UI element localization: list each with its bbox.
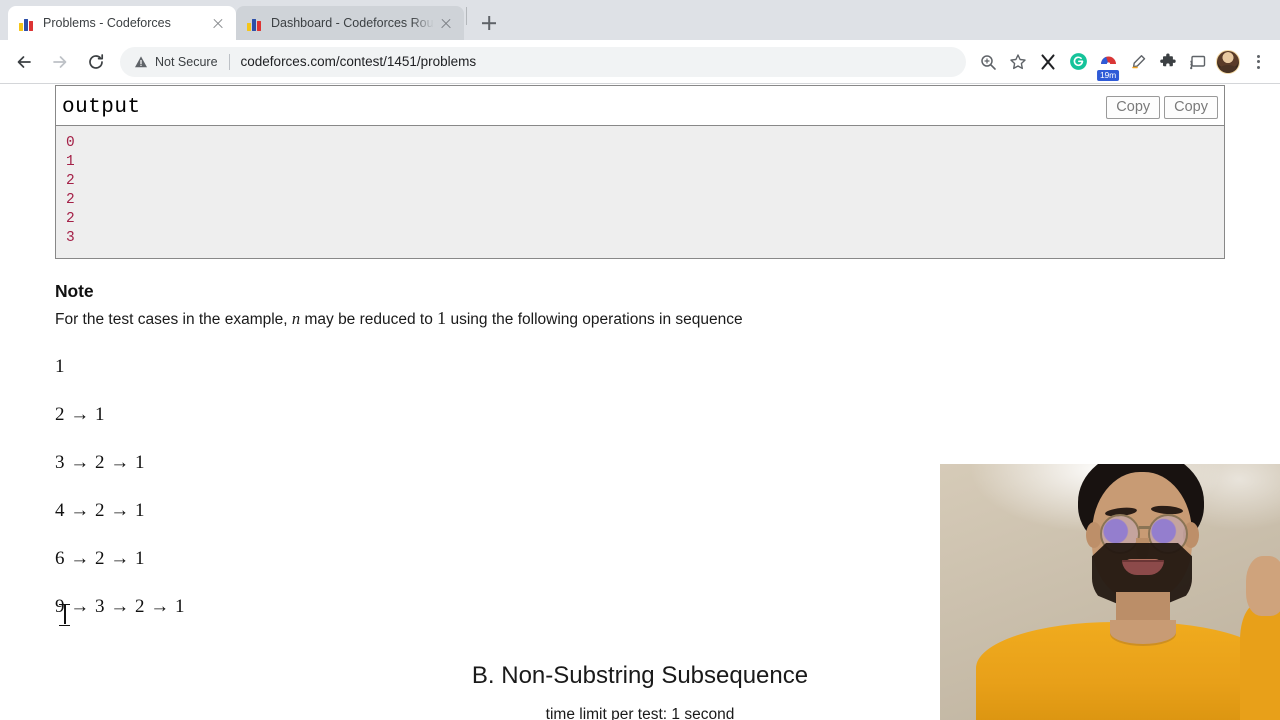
profile-avatar[interactable] (1214, 48, 1242, 76)
forward-button[interactable] (44, 46, 76, 78)
note-paragraph: For the test cases in the example, n may… (55, 308, 1225, 330)
warning-triangle-icon (135, 55, 147, 67)
tab-title: Dashboard - Codeforces Roun (271, 16, 434, 30)
reload-button[interactable] (80, 46, 112, 78)
security-label: Not Secure (155, 54, 218, 69)
note-text-before: For the test cases in the example, (55, 311, 292, 328)
toolbar-actions: 19m (974, 48, 1272, 81)
webcam-hand (1246, 556, 1280, 616)
note-heading: Note (55, 281, 94, 301)
sample-output-block: output Copy Copy 0 1 2 2 2 3 (55, 89, 1225, 259)
output-line: 0 (66, 135, 75, 151)
output-line: 2 (66, 192, 75, 208)
sequence-text: 9 → 3 → 2 → 1 (55, 596, 185, 617)
cast-icon[interactable] (1184, 48, 1212, 76)
zoom-icon[interactable] (974, 48, 1002, 76)
address-bar[interactable]: Not Secure codeforces.com/contest/1451/p… (120, 46, 966, 77)
output-line: 3 (66, 230, 75, 246)
sample-output-title: output (62, 96, 141, 119)
codeforces-favicon-icon (246, 15, 262, 31)
codeforces-favicon-icon (18, 15, 34, 31)
output-line: 2 (66, 173, 75, 189)
close-icon[interactable] (438, 15, 454, 31)
omnibox-divider (228, 53, 230, 70)
webcam-overlay (940, 464, 1280, 720)
webcam-arm (1240, 604, 1280, 720)
copy-button-1[interactable]: Copy (1106, 96, 1161, 119)
x-extension-icon[interactable] (1034, 48, 1062, 76)
webcam-collar (1110, 620, 1176, 644)
timer-extension-icon[interactable]: 19m (1094, 48, 1122, 81)
highlighter-extension-icon[interactable] (1124, 48, 1152, 76)
close-icon[interactable] (210, 15, 226, 31)
sequence-line: 1 (55, 356, 65, 377)
tab-strip: Problems - Codeforces Dashboard - Codefo… (0, 0, 1280, 40)
output-line: 1 (66, 154, 75, 170)
sample-output-header: output Copy Copy (56, 89, 1224, 126)
not-secure-indicator[interactable]: Not Secure (134, 55, 218, 69)
copy-buttons: Copy Copy (1106, 96, 1218, 119)
sequence-line: 2 → 1 (55, 404, 105, 425)
note-variable-n: n (291, 309, 301, 328)
timer-badge: 19m (1097, 69, 1119, 81)
output-line: 2 (66, 211, 75, 227)
tab-divider (466, 7, 467, 25)
webcam-glasses-bridge (1139, 526, 1151, 529)
bookmark-star-icon[interactable] (1004, 48, 1032, 76)
new-tab-button[interactable] (475, 9, 503, 37)
note-text-after: using the following operations in sequen… (446, 311, 743, 328)
copy-button-2[interactable]: Copy (1164, 96, 1218, 119)
back-button[interactable] (8, 46, 40, 78)
url-text: codeforces.com/contest/1451/problems (240, 54, 477, 69)
tab-dashboard-codeforces[interactable]: Dashboard - Codeforces Roun (236, 6, 464, 40)
page-viewport: output Copy Copy 0 1 2 2 2 3 Note For th… (0, 85, 1280, 720)
browser-toolbar: Not Secure codeforces.com/contest/1451/p… (0, 40, 1280, 84)
note-number-one: 1 (437, 308, 447, 328)
sample-output-body: 0 1 2 2 2 3 (56, 126, 1224, 258)
grammarly-extension-icon[interactable] (1064, 48, 1092, 76)
browser-window: Problems - Codeforces Dashboard - Codefo… (0, 0, 1280, 720)
extensions-puzzle-icon[interactable] (1154, 48, 1182, 76)
tab-problems-codeforces[interactable]: Problems - Codeforces (8, 6, 236, 40)
note-text-middle: may be reduced to (300, 311, 438, 328)
tab-title: Problems - Codeforces (43, 16, 171, 30)
chrome-menu-icon[interactable] (1244, 48, 1272, 76)
